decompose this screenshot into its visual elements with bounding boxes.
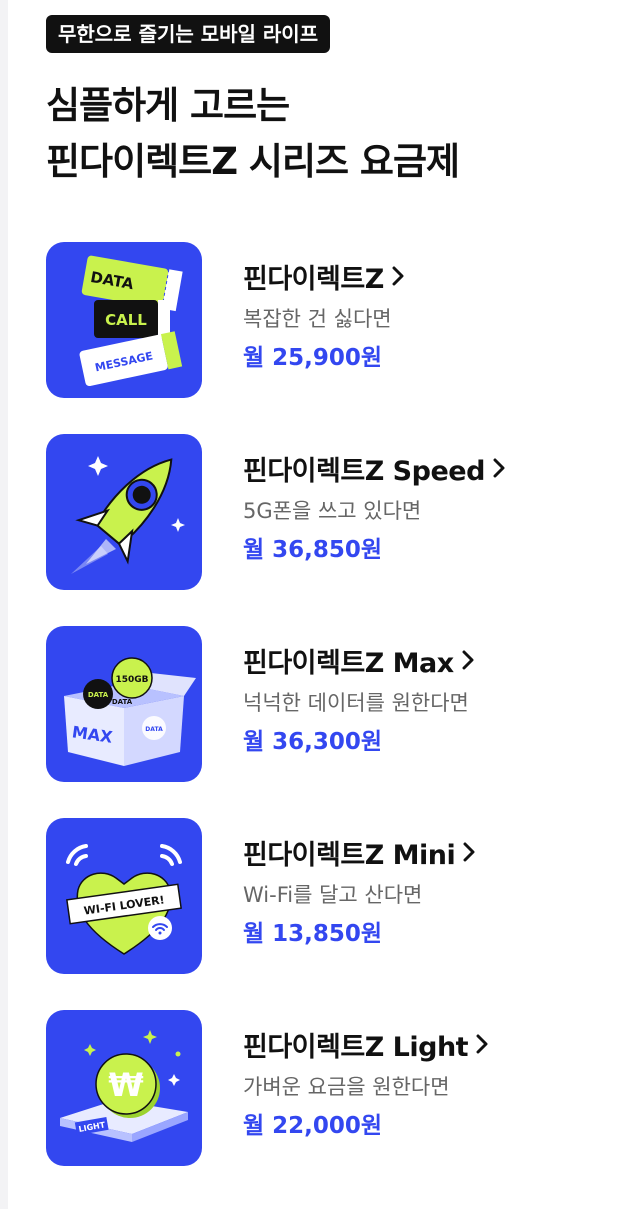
plan-description: 가벼운 요금을 원한다면 [243,1075,450,1099]
sticker-data-3: DATA [145,726,163,733]
plan-name-text: 핀다이렉트Z Light [243,1031,469,1063]
sticker-data-2: DATA [112,698,133,706]
plan-name[interactable]: 핀다이렉트Z Light [243,1024,488,1064]
plan-name-text: 핀다이렉트Z [243,263,384,295]
plan-name[interactable]: 핀다이렉트Z [243,256,404,296]
plan-price: 월 13,850원 [243,921,383,947]
rocket-icon [46,434,202,590]
plan-price: 월 36,850원 [243,537,383,563]
plan-name-text: 핀다이렉트Z Speed [243,455,485,487]
wifi-heart-icon: WI-FI LOVER! [46,818,202,974]
plan-name[interactable]: 핀다이렉트Z Speed [243,448,505,488]
plan-item-z[interactable]: DATA CALL MESSAGE 핀다이렉트Z 복잡한 건 싫다면 월 25,… [46,242,616,398]
plan-description: 넉넉한 데이터를 원한다면 [243,691,469,715]
plan-description: 복잡한 건 싫다면 [243,307,392,331]
promo-badge: 무한으로 즐기는 모바일 라이프 [46,15,331,53]
plan-price: 월 25,900원 [243,345,383,371]
coin-scale-icon: LIGHT ₩ [46,1010,202,1166]
plan-name[interactable]: 핀다이렉트Z Max [243,640,474,680]
data-call-message-tickets-icon: DATA CALL MESSAGE [46,242,202,398]
chevron-right-icon [463,842,475,862]
plan-item-light[interactable]: LIGHT ₩ 핀다이렉트Z Light 가벼운 요금을 원한다면 월 22,0… [46,1010,616,1166]
ticket-call-label: CALL [105,311,147,329]
title-line-2: 핀다이렉트Z 시리즈 요금제 [46,140,460,183]
plan-price: 월 22,000원 [243,1113,383,1139]
chevron-right-icon [476,1034,488,1054]
plan-name[interactable]: 핀다이렉트Z Mini [243,832,475,872]
data-box-icon: 150GB DATA DATA DATA MAX [46,626,202,782]
plan-name-text: 핀다이렉트Z Max [243,647,454,679]
plan-item-mini[interactable]: WI-FI LOVER! 핀다이렉트Z Mini Wi-Fi를 달고 산다면 월… [46,818,616,974]
plan-price: 월 36,300원 [243,729,383,755]
sticker-data-1: DATA [88,691,109,699]
coin-won-symbol: ₩ [108,1066,143,1104]
plan-description: 5G폰을 쓰고 있다면 [243,499,422,523]
chevron-right-icon [462,650,474,670]
plan-name-text: 핀다이렉트Z Mini [243,839,456,871]
chevron-right-icon [493,458,505,478]
chevron-right-icon [392,266,404,286]
plan-item-max[interactable]: 150GB DATA DATA DATA MAX 핀다이렉트Z Max 넉넉한 … [46,626,616,782]
plan-description: Wi-Fi를 달고 산다면 [243,883,423,907]
plan-item-speed[interactable]: 핀다이렉트Z Speed 5G폰을 쓰고 있다면 월 36,850원 [46,434,616,590]
sticker-150gb: 150GB [115,675,148,685]
page-title: 심플하게 고르는 핀다이렉트Z 시리즈 요금제 [46,78,460,190]
title-line-1: 심플하게 고르는 [46,84,290,127]
left-edge-strip [0,0,8,1209]
